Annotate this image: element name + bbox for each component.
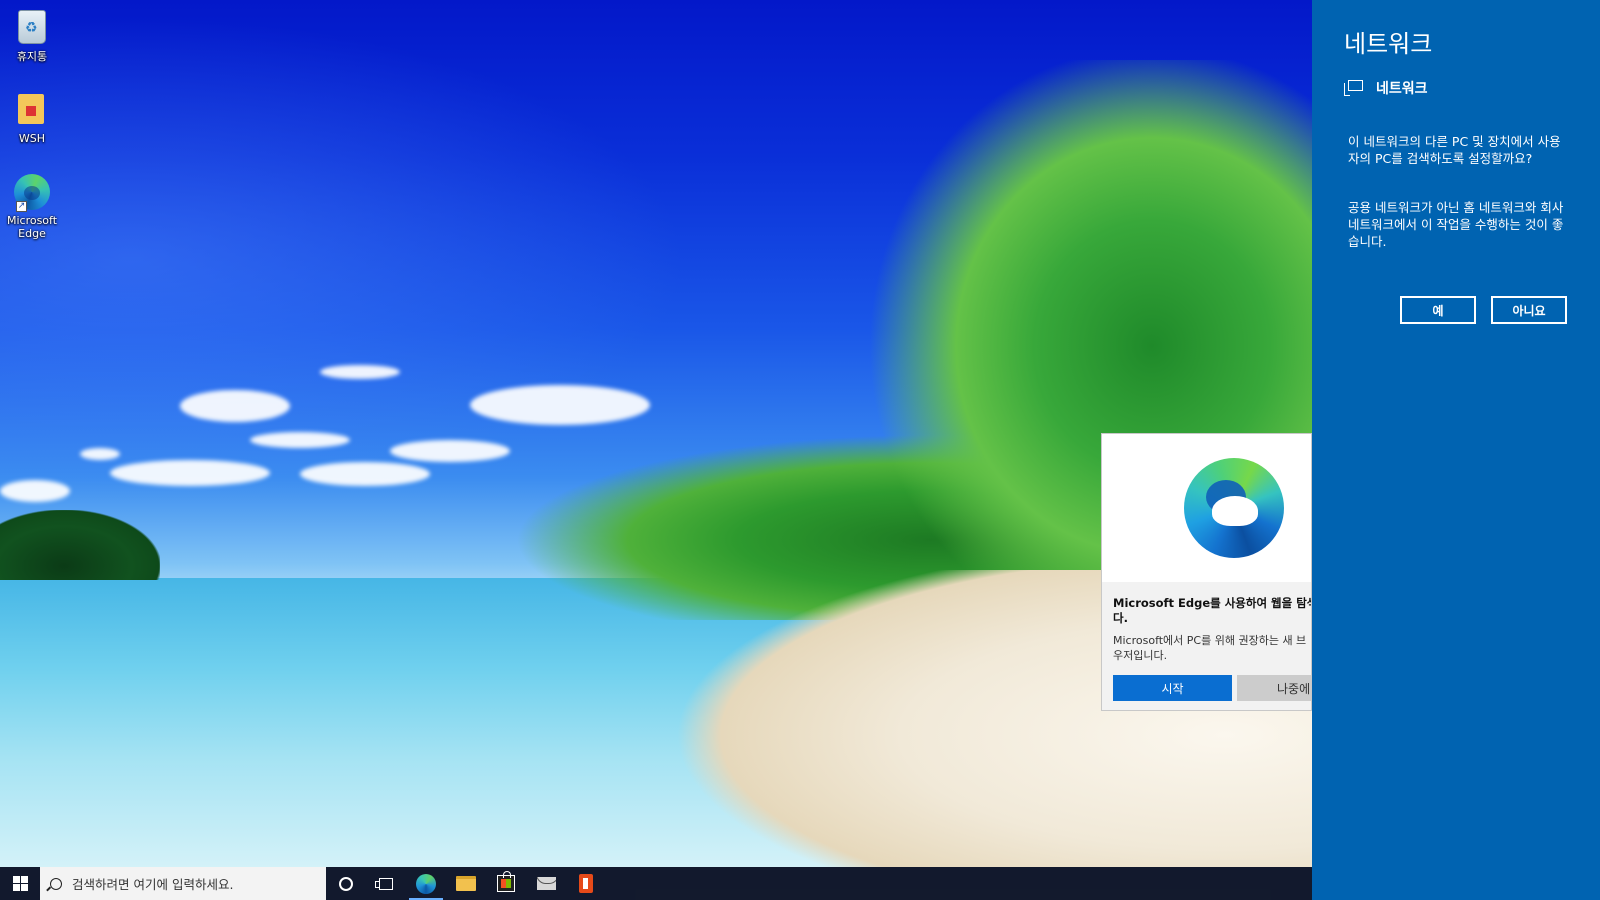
desktop-icon-wsh[interactable]: WSH [4, 92, 60, 145]
edge-logo-icon [1184, 458, 1284, 558]
office-icon [579, 874, 593, 893]
cortana-icon [339, 876, 353, 891]
recycle-bin-icon: ♻ [14, 10, 50, 48]
edge-icon: ↗ [14, 174, 50, 212]
mail-icon [536, 877, 556, 890]
network-item: 네트워크 [1344, 78, 1428, 98]
cloud [320, 365, 400, 379]
no-button[interactable]: 아니요 [1491, 296, 1567, 324]
left-island [0, 510, 160, 580]
cloud [110, 460, 270, 486]
shortcut-arrow-icon: ↗ [16, 201, 27, 212]
desktop-icon-edge[interactable]: ↗ Microsoft Edge [4, 174, 60, 240]
desktop-icon-label: WSH [18, 132, 46, 145]
edge-promo-heading: Microsoft Edge를 사용하여 웹을 탐색 다. [1113, 596, 1312, 626]
edge-promo-dialog: Microsoft Edge를 사용하여 웹을 탐색 다. Microsoft에… [1101, 433, 1312, 711]
taskbar-search-box[interactable]: 검색하려면 여기에 입력하세요. [40, 867, 326, 900]
edge-promo-body-line: 우저입니다. [1113, 649, 1168, 662]
discovery-question: 이 네트워크의 다른 PC 및 장치에서 사용자의 PC를 검색하도록 설정할까… [1348, 134, 1561, 166]
desktop-icon-recycle-bin[interactable]: ♻ 휴지통 [4, 8, 60, 63]
edge-icon [416, 873, 436, 894]
store-icon [497, 871, 515, 892]
edge-promo-body: Microsoft에서 PC를 위해 권장하는 새 브 우저입니다. [1113, 633, 1311, 663]
desktop-icon-label: 휴지통 [16, 50, 48, 63]
search-icon [50, 877, 62, 890]
taskbar-mail-button[interactable] [526, 867, 566, 900]
cloud [180, 390, 290, 422]
network-icon [1344, 80, 1364, 96]
task-view-icon [375, 877, 393, 890]
panel-title: 네트워크 [1344, 30, 1433, 58]
taskbar-edge-button[interactable] [406, 867, 446, 900]
edge-promo-heading-line: Microsoft Edge를 사용하여 웹을 탐색 [1113, 596, 1312, 610]
taskbar-store-button[interactable] [486, 867, 526, 900]
cloud [470, 385, 650, 425]
edge-later-button[interactable]: 나중에 [1237, 675, 1311, 701]
yes-button[interactable]: 예 [1400, 296, 1476, 324]
start-button[interactable] [0, 867, 40, 900]
edge-start-button[interactable]: 시작 [1113, 675, 1232, 701]
file-explorer-icon [456, 876, 476, 891]
edge-promo-heading-line: 다. [1113, 611, 1128, 625]
taskbar-file-explorer-button[interactable] [446, 867, 486, 900]
cortana-button[interactable] [326, 867, 366, 900]
cloud [0, 480, 70, 502]
edge-promo-body-line: Microsoft에서 PC를 위해 권장하는 새 브 [1113, 634, 1307, 647]
task-view-button[interactable] [366, 867, 406, 900]
cloud [80, 448, 120, 460]
discovery-note: 공용 네트워크가 아닌 홈 네트워크와 회사 네트워크에서 이 작업을 수행하는… [1348, 200, 1564, 249]
network-panel: 네트워크 네트워크 이 네트워크의 다른 PC 및 장치에서 사용자의 PC를 … [1312, 0, 1600, 900]
taskbar: 검색하려면 여기에 입력하세요. [0, 867, 1312, 900]
desktop-icon-label: Microsoft Edge [6, 214, 58, 240]
taskbar-office-button[interactable] [566, 867, 606, 900]
edge-promo-hero [1102, 434, 1311, 582]
search-placeholder: 검색하려면 여기에 입력하세요. [72, 877, 234, 892]
windows-logo-icon [12, 876, 28, 891]
folder-icon [14, 92, 50, 130]
network-name: 네트워크 [1376, 81, 1428, 97]
